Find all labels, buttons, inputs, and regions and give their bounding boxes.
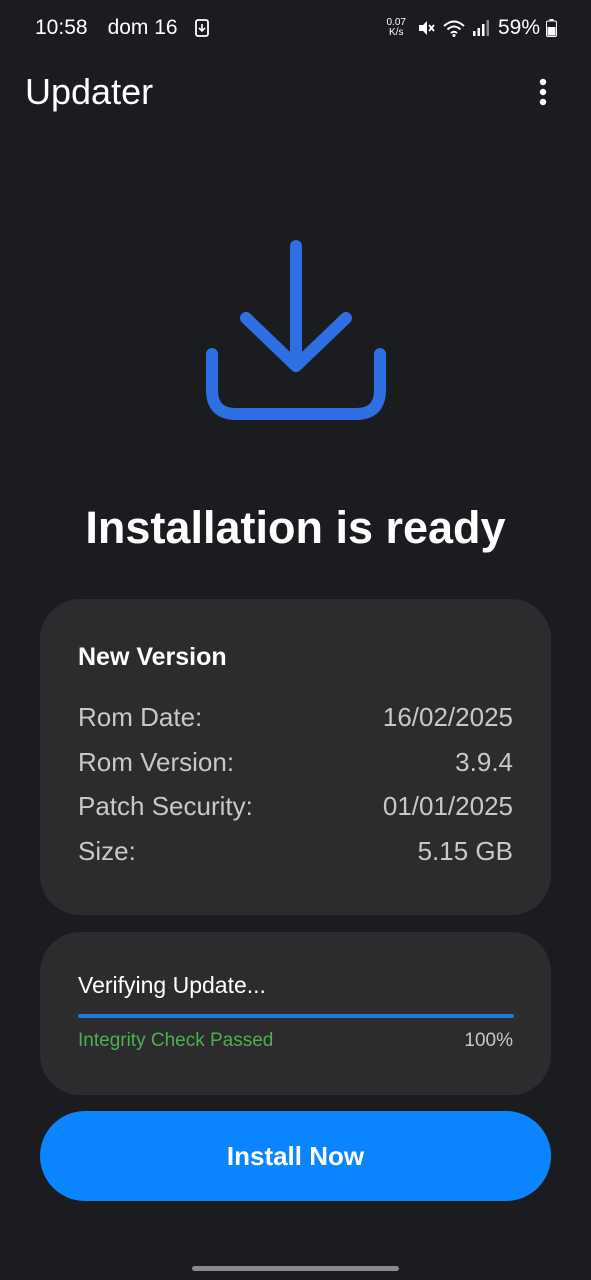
info-row-rom-date: Rom Date: 16/02/2025 — [78, 695, 513, 740]
install-now-button[interactable]: Install Now — [40, 1111, 551, 1201]
info-value: 5.15 GB — [417, 835, 513, 866]
home-indicator[interactable] — [192, 1266, 399, 1271]
progress-title: Verifying Update... — [78, 972, 266, 998]
mute-icon — [416, 18, 436, 38]
battery-icon — [546, 19, 557, 37]
status-time: 10:58 — [35, 16, 88, 39]
download-notification-icon — [194, 18, 210, 38]
progress-bar — [78, 1014, 514, 1018]
info-label: Patch Security: — [78, 791, 253, 821]
more-vert-icon[interactable] — [523, 70, 563, 114]
status-right: 0.07 K/s 59% — [387, 16, 557, 40]
card-title: New Version — [78, 643, 227, 671]
info-value: 01/01/2025 — [382, 791, 513, 821]
status-date: dom 16 — [107, 16, 178, 39]
info-value: 3.9.4 — [455, 746, 513, 777]
version-card: New Version Rom Date: 16/02/2025 Rom Ver… — [40, 599, 551, 915]
info-value: 16/02/2025 — [382, 702, 513, 732]
download-icon — [196, 232, 396, 432]
info-row-patch-security: Patch Security: 01/01/2025 — [78, 784, 513, 829]
info-row-size: Size: 5.15 GB — [78, 829, 513, 874]
battery-percent: 59% — [497, 16, 540, 39]
info-label: Rom Date: — [78, 702, 203, 732]
progress-meta: Integrity Check Passed 100% — [78, 1030, 513, 1052]
status-left: 10:58 dom 16 — [35, 16, 210, 40]
net-speed: 0.07 K/s — [387, 18, 406, 38]
progress-fill — [78, 1014, 514, 1018]
verification-card: Verifying Update... Integrity Check Pass… — [40, 932, 551, 1095]
info-row-rom-version: Rom Version: 3.9.4 — [78, 740, 513, 785]
info-label: Size: — [78, 835, 136, 866]
wifi-icon — [442, 18, 466, 38]
headline: Installation is ready — [85, 502, 506, 553]
app-bar: Updater — [0, 60, 591, 124]
updater-screen: 10:58 dom 16 0.07 K/s 59% Updater Instal… — [0, 0, 591, 1280]
net-speed-unit: K/s — [389, 27, 404, 38]
info-label: Rom Version: — [78, 746, 235, 777]
app-title: Updater — [25, 71, 154, 112]
progress-percent: 100% — [464, 1030, 513, 1051]
signal-icon — [472, 19, 490, 37]
progress-status: Integrity Check Passed — [78, 1030, 274, 1051]
status-bar: 10:58 dom 16 0.07 K/s 59% — [0, 0, 591, 56]
